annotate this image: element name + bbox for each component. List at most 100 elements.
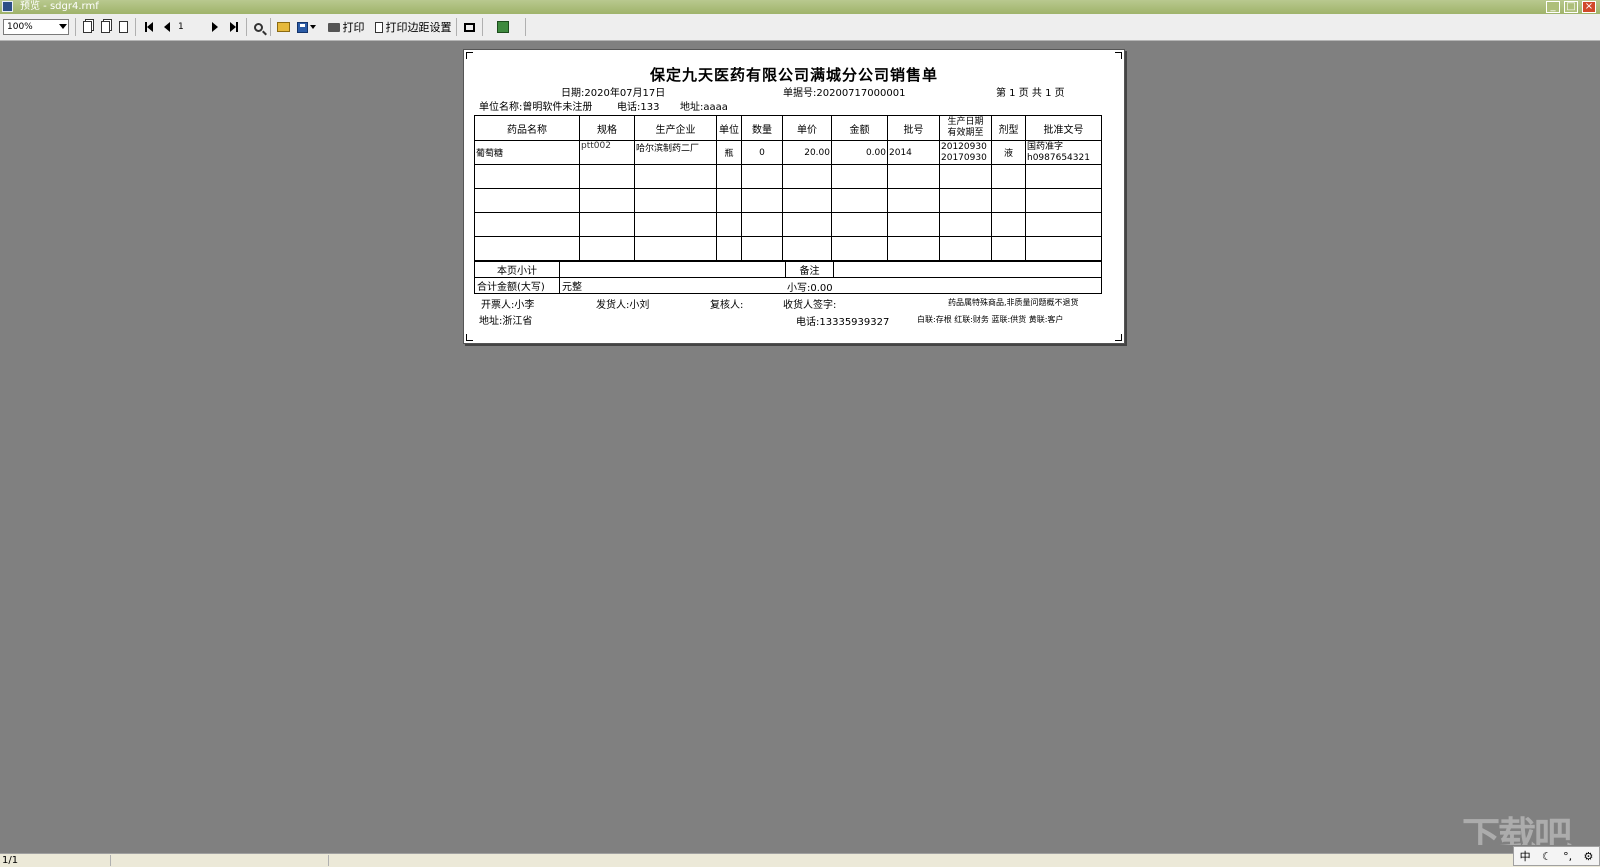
sales-slip-page: 保定九天医药有限公司满城分公司销售单 日期:2020年07月17日 单据号:20… bbox=[463, 49, 1125, 344]
table-row-empty bbox=[474, 212, 1102, 237]
summary-table: 本页小计 备注 合计金额(大写) 元整 小写:0.00 bbox=[474, 261, 1102, 294]
gear-icon[interactable]: ⚙ bbox=[1583, 850, 1593, 863]
moon-icon[interactable]: ☾ bbox=[1542, 850, 1552, 863]
save-disk-icon bbox=[296, 21, 308, 33]
folder-icon bbox=[277, 22, 290, 32]
return-policy-note: 药品属特殊商品,非质量问题概不退货 bbox=[948, 298, 1079, 307]
printer-icon bbox=[327, 22, 340, 32]
prev-page-icon bbox=[164, 22, 170, 32]
shipper-text: 发货人:小刘 bbox=[596, 300, 650, 311]
receiver-text: 收货人签字: bbox=[783, 300, 837, 311]
total-row: 合计金额(大写) 元整 小写:0.00 bbox=[474, 277, 1102, 294]
punctuation-icon[interactable]: °, bbox=[1563, 850, 1572, 863]
first-page-button[interactable] bbox=[143, 19, 155, 35]
subtotal-value bbox=[559, 261, 786, 278]
col-header: 药品名称 bbox=[474, 115, 580, 141]
table-row-empty bbox=[474, 236, 1102, 261]
watermark-logo: 下载吧 bbox=[1462, 814, 1572, 845]
chevron-down-icon bbox=[59, 24, 67, 29]
toolbar-separator bbox=[75, 18, 76, 36]
table-row: 葡萄糖 ptt002 哈尔滨制药二厂 瓶 0 20.00 0.00 2014 2… bbox=[474, 140, 1102, 165]
unit-phone-text: 电话:133 bbox=[617, 102, 660, 113]
close-button[interactable]: × bbox=[1582, 1, 1596, 13]
total-lower-value: 小写:0.00 bbox=[787, 283, 833, 294]
col-header: 批号 bbox=[887, 115, 940, 141]
cell-approval-line: h0987654321 bbox=[1027, 152, 1090, 163]
window-title: 预览 - sdgr4.rmf bbox=[20, 1, 99, 12]
ime-toolbar[interactable]: 中 ☾ °, ⚙ bbox=[1513, 846, 1600, 866]
total-upper-cell: 元整 小写:0.00 bbox=[559, 277, 1102, 294]
find-button[interactable] bbox=[251, 19, 265, 35]
minimize-button[interactable]: _ bbox=[1546, 1, 1560, 13]
toolbar: 100% 1 打印 打印边距设置 bbox=[0, 14, 1600, 41]
ime-mode-label[interactable]: 中 bbox=[1520, 848, 1531, 864]
toolbar-separator bbox=[246, 18, 247, 36]
print-margin-label: 打印边距设置 bbox=[385, 21, 452, 34]
page-count-text: 1/1 bbox=[2, 855, 19, 866]
print-label: 打印 bbox=[342, 21, 365, 34]
status-panel bbox=[112, 855, 329, 866]
print-margin-settings-button[interactable]: 打印边距设置 bbox=[374, 19, 452, 35]
col-header-production-date: 生产日期 有效期至 bbox=[939, 115, 992, 141]
cell-maker: 哈尔滨制药二厂 bbox=[634, 140, 717, 165]
exit-button[interactable] bbox=[496, 19, 510, 35]
subtotal-row: 本页小计 备注 bbox=[474, 261, 1102, 278]
col-header-line: 生产日期 bbox=[947, 117, 984, 127]
document-title: 保定九天医药有限公司满城分公司销售单 bbox=[649, 66, 938, 84]
col-header: 单价 bbox=[782, 115, 832, 141]
title-bar: 预览 - sdgr4.rmf _ □ × bbox=[0, 0, 1600, 14]
last-page-button[interactable] bbox=[228, 19, 240, 35]
cell-name: 葡萄糖 bbox=[474, 140, 580, 165]
toolbar-separator bbox=[482, 18, 483, 36]
unit-name-text: 单位名称:曾明软件未注册 bbox=[479, 102, 593, 113]
remark-value bbox=[833, 261, 1102, 278]
company-address-text: 地址:浙江省 bbox=[479, 316, 533, 327]
zoom-select[interactable]: 100% bbox=[3, 19, 69, 35]
open-button[interactable] bbox=[276, 19, 291, 35]
save-button[interactable] bbox=[295, 19, 317, 35]
cell-amount: 0.00 bbox=[831, 140, 888, 165]
zoom-value: 100% bbox=[7, 22, 33, 32]
cell-expiry-date: 20170930 bbox=[941, 152, 987, 163]
date-text: 日期:2020年07月17日 bbox=[561, 88, 666, 99]
next-page-button[interactable] bbox=[210, 19, 220, 35]
app-icon bbox=[2, 1, 13, 12]
one-page-icon bbox=[118, 21, 128, 33]
col-header: 数量 bbox=[741, 115, 783, 141]
cell-qty: 0 bbox=[741, 140, 783, 165]
maximize-button[interactable]: □ bbox=[1564, 1, 1578, 13]
two-pages-button[interactable] bbox=[98, 19, 112, 35]
toolbar-separator bbox=[456, 18, 457, 36]
toolbar-separator bbox=[270, 18, 271, 36]
company-phone-text: 电话:13335939327 bbox=[796, 317, 890, 328]
next-page-icon bbox=[212, 22, 218, 32]
col-header: 单位 bbox=[716, 115, 742, 141]
col-header: 剂型 bbox=[991, 115, 1026, 141]
frame-icon bbox=[463, 22, 475, 32]
page-width-icon bbox=[82, 21, 92, 33]
page-setup-button[interactable] bbox=[462, 19, 476, 35]
one-page-button[interactable] bbox=[116, 19, 130, 35]
cell-spec: ptt002 bbox=[579, 140, 635, 165]
page-count-panel: 1/1 bbox=[2, 855, 111, 866]
total-upper-value: 元整 bbox=[562, 282, 582, 293]
page-info-text: 第 1 页 共 1 页 bbox=[996, 88, 1065, 99]
two-pages-icon bbox=[100, 21, 110, 33]
cell-approval: 国药准字 h0987654321 bbox=[1025, 140, 1102, 165]
cell-price: 20.00 bbox=[782, 140, 832, 165]
table-row-empty bbox=[474, 164, 1102, 189]
col-header-line: 有效期至 bbox=[947, 128, 984, 138]
chevron-down-icon bbox=[309, 25, 316, 29]
cell-approval-line: 国药准字 bbox=[1027, 141, 1064, 152]
page-number-input[interactable]: 1 bbox=[178, 20, 202, 34]
table-header-row: 药品名称 规格 生产企业 单位 数量 单价 金额 批号 生产日期 有效期至 剂型… bbox=[474, 115, 1102, 141]
status-bar: 1/1 bbox=[0, 853, 1600, 867]
col-header: 生产企业 bbox=[634, 115, 717, 141]
page-width-button[interactable] bbox=[80, 19, 94, 35]
table-row-empty bbox=[474, 188, 1102, 213]
prev-page-button[interactable] bbox=[162, 19, 172, 35]
items-table: 药品名称 规格 生产企业 单位 数量 单价 金额 批号 生产日期 有效期至 剂型… bbox=[474, 115, 1102, 261]
subtotal-label: 本页小计 bbox=[474, 261, 560, 278]
print-button[interactable]: 打印 bbox=[326, 19, 366, 35]
cell-production-date: 20120930 bbox=[941, 141, 987, 152]
